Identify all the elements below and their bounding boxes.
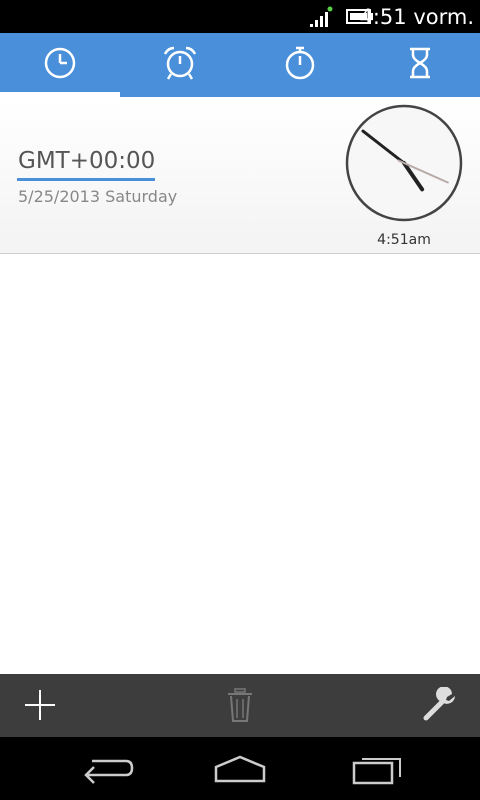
stopwatch-icon xyxy=(285,46,315,80)
tab-world-clock[interactable] xyxy=(0,33,120,97)
analog-clock xyxy=(345,104,463,222)
wrench-icon[interactable] xyxy=(422,687,458,723)
tab-stopwatch[interactable] xyxy=(240,33,360,97)
timezone-label: GMT+00:00 xyxy=(18,148,156,174)
trash-icon[interactable] xyxy=(222,687,258,723)
tab-bar xyxy=(0,33,480,97)
date-label: 5/25/2013 Saturday xyxy=(18,187,178,206)
status-bar: 4:51 vorm. xyxy=(0,0,480,33)
time-caption: 4:51am xyxy=(377,232,431,248)
home-icon[interactable] xyxy=(212,753,268,785)
hourglass-icon xyxy=(410,47,430,79)
back-icon[interactable] xyxy=(78,753,134,785)
add-icon[interactable] xyxy=(22,687,58,723)
tab-alarm[interactable] xyxy=(120,33,240,97)
signal-icon xyxy=(310,6,333,27)
alarm-clock-icon xyxy=(163,46,197,80)
navigation-bar xyxy=(0,737,480,800)
world-clock-screen: 4:51 vorm. GMT+00:00 5/25/2013 Saturday … xyxy=(0,0,480,800)
tab-timer[interactable] xyxy=(360,33,480,97)
status-time: 4:51 vorm. xyxy=(359,5,474,29)
clock-icon xyxy=(44,47,76,79)
bottom-action-bar xyxy=(0,674,480,737)
world-clock-item[interactable]: GMT+00:00 5/25/2013 Saturday 4:51am xyxy=(0,97,480,254)
timezone-underline xyxy=(17,178,155,181)
recent-apps-icon[interactable] xyxy=(350,753,406,785)
